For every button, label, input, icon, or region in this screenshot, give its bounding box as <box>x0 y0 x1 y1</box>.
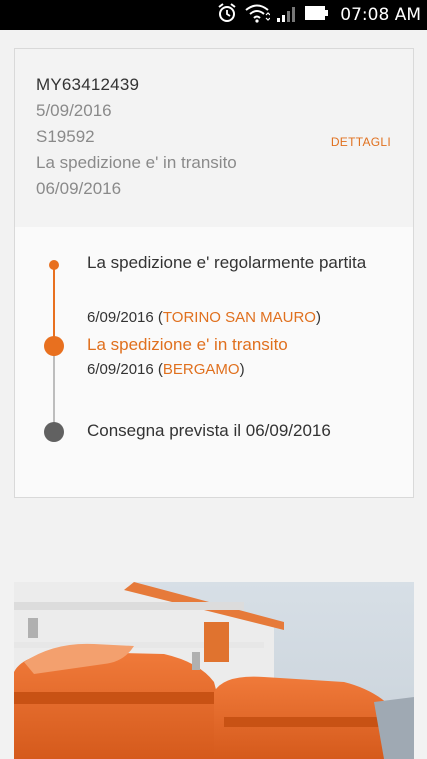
shipment-card: MY63412439 5/09/2016 S19592 La spedizion… <box>14 48 414 498</box>
shipment-code: MY63412439 <box>36 75 140 94</box>
event-place: TORINO SAN MAURO <box>162 309 316 326</box>
shipment-status-date: 06/09/2016 <box>36 179 122 198</box>
timeline-event-title: La spedizione e' regolarmente partita <box>87 253 367 272</box>
truck-photo <box>14 582 414 759</box>
shipment-summary[interactable]: MY63412439 5/09/2016 S19592 La spedizion… <box>15 49 413 227</box>
alarm-icon <box>216 2 238 29</box>
timeline-line-pending <box>53 349 55 433</box>
details-link[interactable]: DETTAGLI <box>331 135 391 149</box>
timeline-event-date: 6/09/2016 (BERGAMO) <box>87 361 245 378</box>
battery-icon <box>304 4 330 27</box>
status-bar: 07:08 AM <box>0 0 427 30</box>
event-place: BERGAMO <box>162 361 240 378</box>
wifi-icon <box>244 3 271 28</box>
timeline-dot-current <box>44 336 64 356</box>
timeline-event-title: Consegna prevista il 06/09/2016 <box>87 421 331 440</box>
timeline-dot-departed <box>49 260 59 270</box>
shipment-reference: S19592 <box>36 127 95 146</box>
event-date: 6/09/2016 <box>87 361 154 378</box>
timeline-event-date: 6/09/2016 (TORINO SAN MAURO) <box>87 309 321 326</box>
timeline-dot-delivery <box>44 422 64 442</box>
event-date: 6/09/2016 <box>87 309 154 326</box>
signal-icon <box>276 3 298 28</box>
timeline-event-title: La spedizione e' in transito <box>87 335 288 354</box>
shipment-date: 5/09/2016 <box>36 101 112 120</box>
shipment-status: La spedizione e' in transito <box>36 153 237 172</box>
clock: 07:08 AM <box>340 5 421 25</box>
timeline-line-completed <box>53 265 55 347</box>
